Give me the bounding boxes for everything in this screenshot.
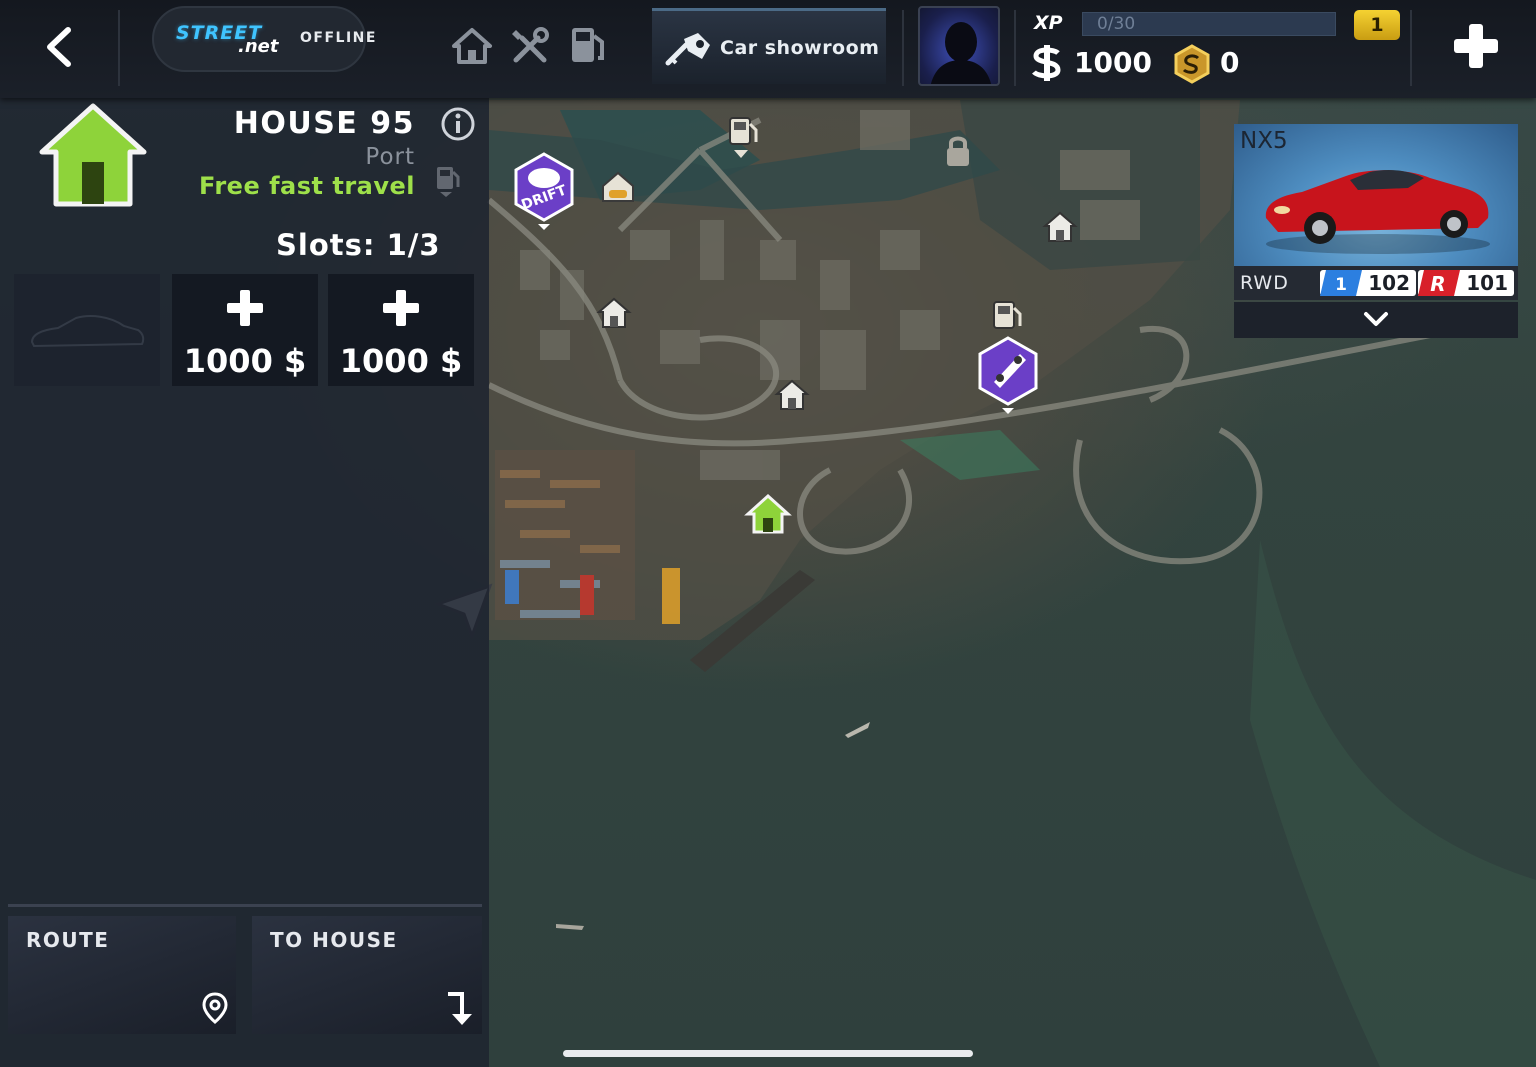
separator — [902, 10, 904, 86]
car-showroom-label: Car showroom — [720, 37, 880, 59]
fuel-pump-icon[interactable] — [566, 24, 610, 68]
brand-logo-net: .net — [238, 36, 279, 57]
route-button[interactable]: ROUTE — [8, 916, 236, 1034]
plus-icon — [383, 290, 419, 326]
class-c-value: 102 — [1368, 271, 1410, 295]
xp-label: XP — [1034, 12, 1063, 34]
top-bar: STREET .net OFFLINE Car showroom XP 0/30… — [0, 0, 1536, 98]
slot-price: 1000 $ — [339, 342, 463, 380]
separator — [118, 10, 120, 86]
separator — [1410, 10, 1412, 86]
class-c-tier: 1 — [1335, 275, 1347, 295]
route-label: ROUTE — [26, 928, 110, 952]
class-c-rating: 1 102 — [1320, 270, 1416, 296]
home-icon[interactable] — [450, 24, 494, 68]
plus-icon — [227, 290, 263, 326]
selected-house-icon[interactable] — [744, 492, 792, 536]
class-r-rating: R 101 — [1418, 270, 1514, 296]
turn-arrow-icon — [448, 992, 472, 1025]
fuel-pump-icon — [434, 164, 462, 198]
avatar-silhouette-icon — [931, 22, 991, 84]
race-event-icon[interactable] — [976, 336, 1040, 416]
car-render — [1265, 170, 1490, 254]
class-r-value: 101 — [1466, 271, 1508, 295]
xp-progress-bar: 0/30 — [1082, 12, 1336, 36]
to-house-label: TO HOUSE — [270, 928, 398, 952]
expand-car-card-button[interactable] — [1234, 302, 1518, 338]
fast-travel-label: Free fast travel — [198, 172, 415, 200]
lock-icon — [944, 134, 972, 168]
house-icon[interactable] — [596, 296, 632, 330]
garage-icon[interactable] — [600, 170, 636, 204]
divider — [8, 904, 482, 907]
house-icon[interactable] — [774, 378, 810, 412]
slot-price: 1000 $ — [183, 342, 307, 380]
plus-icon — [1454, 24, 1498, 68]
level-badge: 1 — [1354, 10, 1400, 40]
buy-slot-button[interactable]: 1000 $ — [172, 274, 318, 386]
connection-status: OFFLINE — [300, 30, 377, 46]
garage-slot-occupied[interactable] — [14, 274, 160, 386]
dollar-icon — [1032, 45, 1061, 81]
current-car-card[interactable]: NX5 RWD 1 102 R 101 — [1234, 124, 1518, 338]
tools-icon[interactable] — [508, 24, 552, 68]
home-indicator — [563, 1050, 973, 1057]
fuel-station-icon[interactable] — [726, 112, 760, 160]
back-arrow-icon — [47, 27, 71, 67]
car-image: NX5 — [1234, 124, 1518, 266]
chevron-down-icon — [1364, 312, 1388, 326]
avatar[interactable] — [918, 6, 1000, 86]
car-silhouette-icon — [30, 315, 145, 348]
drivetrain-label: RWD — [1240, 272, 1289, 294]
house-title: HOUSE 95 — [233, 106, 415, 141]
house-location: Port — [365, 144, 415, 170]
gold-value: 0 — [1220, 46, 1240, 79]
class-r-badge-icon: R — [1418, 270, 1460, 296]
money-value: 1000 — [1074, 46, 1152, 79]
house-info-panel: HOUSE 95 Port Free fast travel Slots: 1/… — [0, 98, 489, 1067]
add-currency-button[interactable] — [1450, 20, 1502, 72]
street-net-status[interactable]: STREET .net OFFLINE — [152, 6, 375, 72]
drift-event-icon[interactable]: DRIFT — [512, 152, 576, 232]
fuel-station-icon[interactable] — [990, 298, 1024, 334]
back-button[interactable] — [36, 22, 86, 72]
svg-text:R: R — [1430, 272, 1445, 296]
class-c-badge-icon: 1 — [1320, 270, 1362, 296]
map-pin-icon — [202, 992, 228, 1024]
xp-progress-text: 0/30 — [1097, 14, 1136, 34]
info-icon[interactable] — [440, 106, 476, 142]
to-house-button[interactable]: TO HOUSE — [252, 916, 482, 1034]
car-showroom-button[interactable]: Car showroom — [652, 8, 886, 84]
gold-coin-icon — [1174, 44, 1210, 84]
slots-label: Slots: 1/3 — [276, 228, 441, 262]
house-icon[interactable] — [1042, 210, 1078, 244]
car-stats-row: RWD 1 102 R 101 — [1234, 266, 1518, 300]
separator — [1014, 10, 1016, 86]
buy-slot-button[interactable]: 1000 $ — [328, 274, 474, 386]
house-icon — [34, 100, 152, 210]
car-key-icon — [665, 33, 710, 66]
